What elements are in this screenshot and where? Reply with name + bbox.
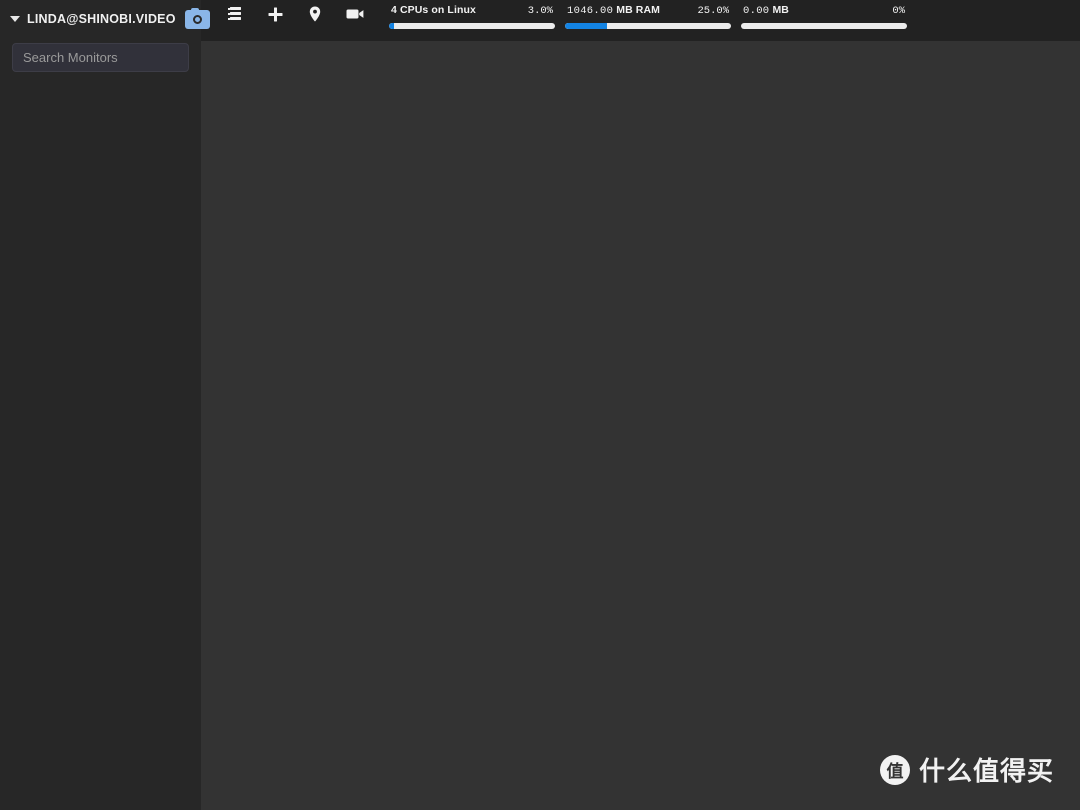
stat-ram-percent: 25.0% <box>697 5 729 17</box>
camera-lens <box>192 14 202 24</box>
stat-ram-progress-track <box>565 23 731 29</box>
toolbar-icon-group <box>201 1 375 27</box>
search-container <box>0 34 201 72</box>
stat-ram: 1046.00 MB RAM 25.0% <box>565 4 731 29</box>
stat-ram-line: 1046.00 MB RAM 25.0% <box>565 4 731 18</box>
stat-disk-unit: MB <box>772 4 789 16</box>
stat-disk-label: 0.00 MB <box>743 4 789 17</box>
monitor-stage[interactable] <box>201 41 1080 810</box>
sidebar: LINDA@SHINOBI.VIDEO <box>0 0 210 810</box>
search-input[interactable] <box>12 43 189 72</box>
stat-cpu-line: 4 CPUs on Linux 3.0% <box>389 4 555 18</box>
app-root: LINDA@SHINOBI.VIDEO Search Monitors 4 CP… <box>0 0 1080 810</box>
stat-disk: 0.00 MB 0% <box>741 4 907 29</box>
stat-disk-progress-track <box>741 23 907 29</box>
stat-ram-value: 1046.00 <box>567 5 614 17</box>
account-name: LINDA@SHINOBI.VIDEO <box>27 12 176 26</box>
stat-ram-progress-fill <box>565 23 607 29</box>
video-camera-icon <box>346 9 364 19</box>
stat-ram-unit: MB RAM <box>616 4 661 16</box>
system-stats: 4 CPUs on Linux 3.0% 1046.00 MB RAM 25.0… <box>389 0 1080 29</box>
stat-cpu-percent: 3.0% <box>527 5 553 17</box>
stat-disk-line: 0.00 MB 0% <box>741 4 907 18</box>
stat-disk-percent: 0% <box>892 5 905 17</box>
camera-icon[interactable] <box>184 7 210 29</box>
chevron-down-icon[interactable] <box>10 16 20 22</box>
map-pin-icon <box>309 6 321 22</box>
video-camera-icon-button[interactable] <box>335 1 375 27</box>
stat-cpu-progress-track <box>389 23 555 29</box>
monitor-list <box>0 72 201 84</box>
stat-cpu-label: 4 CPUs on Linux <box>391 4 476 16</box>
top-toolbar: 4 CPUs on Linux 3.0% 1046.00 MB RAM 25.0… <box>201 0 1080 41</box>
stat-cpu-progress-fill <box>389 23 394 29</box>
layers-list-icon-button[interactable] <box>215 1 255 27</box>
plus-icon <box>268 7 282 21</box>
stat-ram-label: 1046.00 MB RAM <box>567 4 660 17</box>
sidebar-account-header[interactable]: LINDA@SHINOBI.VIDEO <box>0 4 210 34</box>
map-pin-icon-button[interactable] <box>295 1 335 27</box>
stat-disk-value: 0.00 <box>743 5 770 17</box>
plus-icon-button[interactable] <box>255 1 295 27</box>
layers-list-icon <box>227 7 241 20</box>
stat-cpu: 4 CPUs on Linux 3.0% <box>389 4 555 29</box>
